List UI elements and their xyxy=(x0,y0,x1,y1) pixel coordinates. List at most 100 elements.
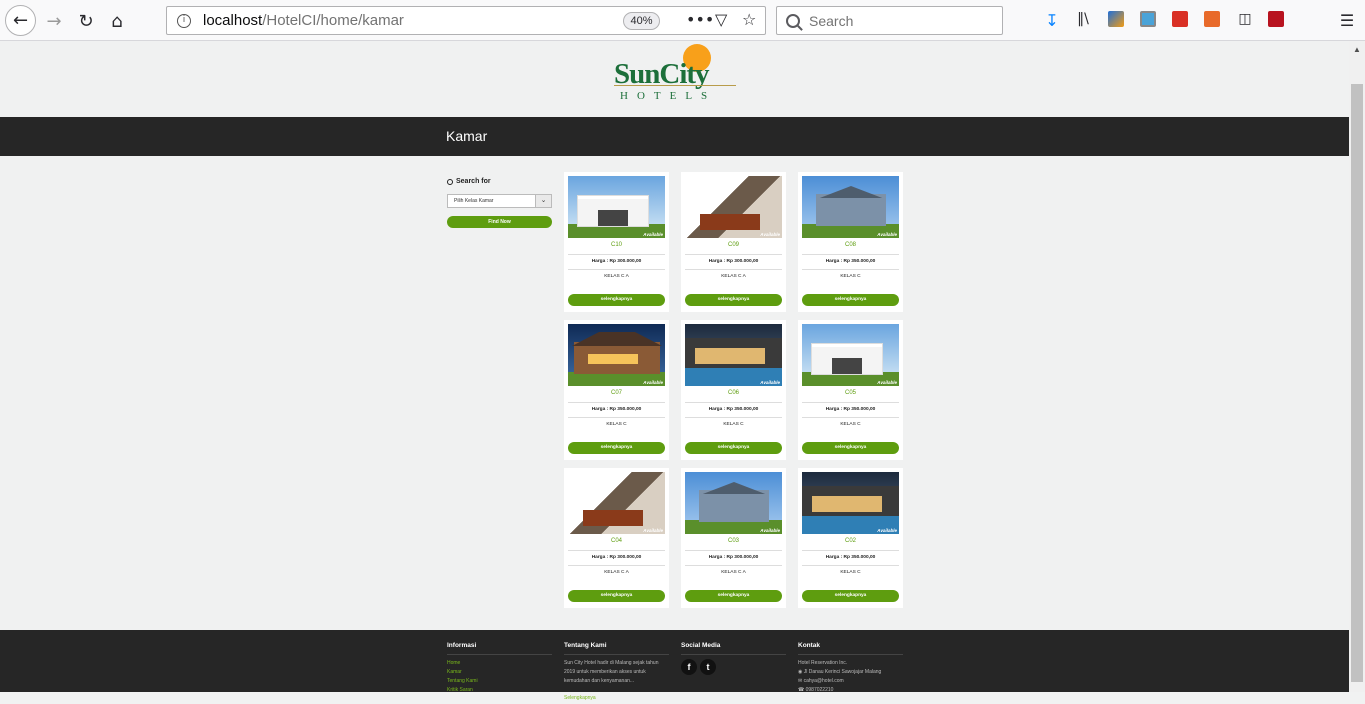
details-button[interactable]: selengkapnya xyxy=(685,442,782,454)
status-badge: Available xyxy=(760,380,780,385)
footer-more-link[interactable]: Selengkapnya xyxy=(564,695,596,701)
room-photo[interactable]: Available xyxy=(802,324,899,386)
room-price: Harga : Rp 300.000,00 xyxy=(708,555,759,560)
footer-informasi: Informasi Home Kamar Tentang Kami Kritik… xyxy=(447,642,552,695)
status-badge: Available xyxy=(760,232,780,237)
room-price: Harga : Rp 350.000,00 xyxy=(591,407,642,412)
chevron-down-icon: ⌄ xyxy=(535,195,551,207)
zoom-indicator[interactable]: 40% xyxy=(623,12,660,30)
page-actions-icon[interactable]: ••• xyxy=(686,10,714,29)
room-photo[interactable]: Available xyxy=(685,472,782,534)
room-photo[interactable]: Available xyxy=(802,472,899,534)
extension-4-icon[interactable] xyxy=(1204,11,1220,27)
details-button[interactable]: selengkapnya xyxy=(685,590,782,602)
scrollbar-thumb[interactable] xyxy=(1351,84,1363,682)
room-photo[interactable]: Available xyxy=(802,176,899,238)
bookmark-star-icon[interactable]: ☆ xyxy=(742,10,756,29)
footer-link-tentang[interactable]: Tentang Kami xyxy=(447,677,552,686)
facebook-icon[interactable]: f xyxy=(681,659,697,675)
url-text[interactable]: localhost/HotelCI/home/kamar xyxy=(203,12,404,29)
room-photo[interactable]: Available xyxy=(685,324,782,386)
footer-link-home[interactable]: Home xyxy=(447,659,552,668)
footer-link-kamar[interactable]: Kamar xyxy=(447,668,552,677)
info-icon[interactable]: i xyxy=(177,13,191,28)
address-bar[interactable]: i localhost/HotelCI/home/kamar xyxy=(166,6,766,35)
room-price: Harga : Rp 350.000,00 xyxy=(825,407,876,412)
home-button[interactable]: ⌂ xyxy=(103,7,131,35)
room-photo[interactable]: Available xyxy=(685,176,782,238)
room-code: C08 xyxy=(844,242,856,248)
room-code: C09 xyxy=(727,242,739,248)
room-class-select[interactable]: Pilih Kelas Kamar ⌄ xyxy=(447,194,552,208)
scroll-up-icon[interactable]: ▲ xyxy=(1353,45,1361,54)
details-button[interactable]: selengkapnya xyxy=(802,590,899,602)
status-badge: Available xyxy=(877,528,897,533)
room-code: C05 xyxy=(844,390,856,396)
extension-2-icon[interactable] xyxy=(1140,11,1156,27)
pocket-icon[interactable]: ▽ xyxy=(715,10,727,29)
room-code: C07 xyxy=(610,390,622,396)
status-badge: Available xyxy=(643,380,663,385)
room-code: C03 xyxy=(727,538,739,544)
room-class: KELAS C A xyxy=(721,570,746,575)
room-code: C06 xyxy=(727,390,739,396)
twitter-icon[interactable]: t xyxy=(700,659,716,675)
room-price: Harga : Rp 300.000,00 xyxy=(708,259,759,264)
room-photo[interactable]: Available xyxy=(568,324,665,386)
footer-social: Social Media f t xyxy=(681,642,786,675)
search-input[interactable]: Search xyxy=(776,6,1003,35)
room-price: Harga : Rp 350.000,00 xyxy=(708,407,759,412)
forward-button[interactable]: → xyxy=(40,7,68,35)
page-content: SunCity HOTELS Kamar Search for Pilih Ke… xyxy=(0,41,1349,701)
status-badge: Available xyxy=(643,528,663,533)
phone-icon: ☎ xyxy=(798,687,806,693)
details-button[interactable]: selengkapnya xyxy=(685,294,782,306)
room-photo[interactable]: Available xyxy=(568,176,665,238)
room-code: C10 xyxy=(610,242,622,248)
library-icon[interactable]: ‖\ xyxy=(1074,11,1092,29)
room-price: Harga : Rp 350.000,00 xyxy=(825,259,876,264)
room-card: Available C09 Harga : Rp 300.000,00 KELAS C… xyxy=(681,172,786,312)
scrollbar[interactable]: ▲ xyxy=(1349,41,1365,692)
room-class: KELAS C xyxy=(723,422,744,427)
hotel-logo[interactable]: SunCity HOTELS xyxy=(614,44,740,104)
details-button[interactable]: selengkapnya xyxy=(568,442,665,454)
footer-link-kritik[interactable]: Kritik Saran xyxy=(447,686,552,695)
room-class: KELAS C xyxy=(840,570,861,575)
room-class: KELAS C A xyxy=(604,570,629,575)
room-card: Available C07 Harga : Rp 350.000,00 KELAS C… xyxy=(564,320,669,460)
extension-3-icon[interactable] xyxy=(1172,11,1188,27)
reload-button[interactable]: ↻ xyxy=(72,7,100,35)
menu-icon[interactable]: ☰ xyxy=(1338,11,1356,30)
room-code: C04 xyxy=(610,538,622,544)
status-badge: Available xyxy=(877,380,897,385)
room-card: Available C05 Harga : Rp 350.000,00 KELAS C… xyxy=(798,320,903,460)
extension-5-icon[interactable] xyxy=(1268,11,1284,27)
details-button[interactable]: selengkapnya xyxy=(568,294,665,306)
search-icon xyxy=(447,178,453,185)
sidebar-icon[interactable]: ◫ xyxy=(1236,11,1254,29)
room-card: Available C08 Harga : Rp 350.000,00 KELAS C… xyxy=(798,172,903,312)
details-button[interactable]: selengkapnya xyxy=(802,442,899,454)
room-class: KELAS C A xyxy=(604,274,629,279)
room-code: C02 xyxy=(844,538,856,544)
details-button[interactable]: selengkapnya xyxy=(802,294,899,306)
footer: Informasi Home Kamar Tentang Kami Kritik… xyxy=(0,630,1349,701)
footer-tentang: Tentang Kami Sun City Hotel hadir di Mal… xyxy=(564,642,669,704)
back-button[interactable]: ← xyxy=(5,5,36,36)
find-now-button[interactable]: Find Now xyxy=(447,216,552,228)
status-badge: Available xyxy=(643,232,663,237)
room-class: KELAS C xyxy=(840,422,861,427)
room-card: Available C06 Harga : Rp 350.000,00 KELAS C… xyxy=(681,320,786,460)
room-photo[interactable]: Available xyxy=(568,472,665,534)
status-badge: Available xyxy=(760,528,780,533)
room-price: Harga : Rp 300.000,00 xyxy=(591,259,642,264)
room-card: Available C03 Harga : Rp 300.000,00 KELAS C… xyxy=(681,468,786,608)
page-banner: Kamar xyxy=(0,117,1349,156)
details-button[interactable]: selengkapnya xyxy=(568,590,665,602)
extension-1-icon[interactable] xyxy=(1108,11,1124,27)
browser-toolbar: ← → ↻ ⌂ i localhost/HotelCI/home/kamar 4… xyxy=(0,0,1365,41)
footer-kontak: Kontak Hotel Reservation Inc. ◉ Jl Danau… xyxy=(798,642,903,695)
download-icon[interactable]: ↧ xyxy=(1043,11,1061,30)
room-price: Harga : Rp 350.000,00 xyxy=(825,555,876,560)
